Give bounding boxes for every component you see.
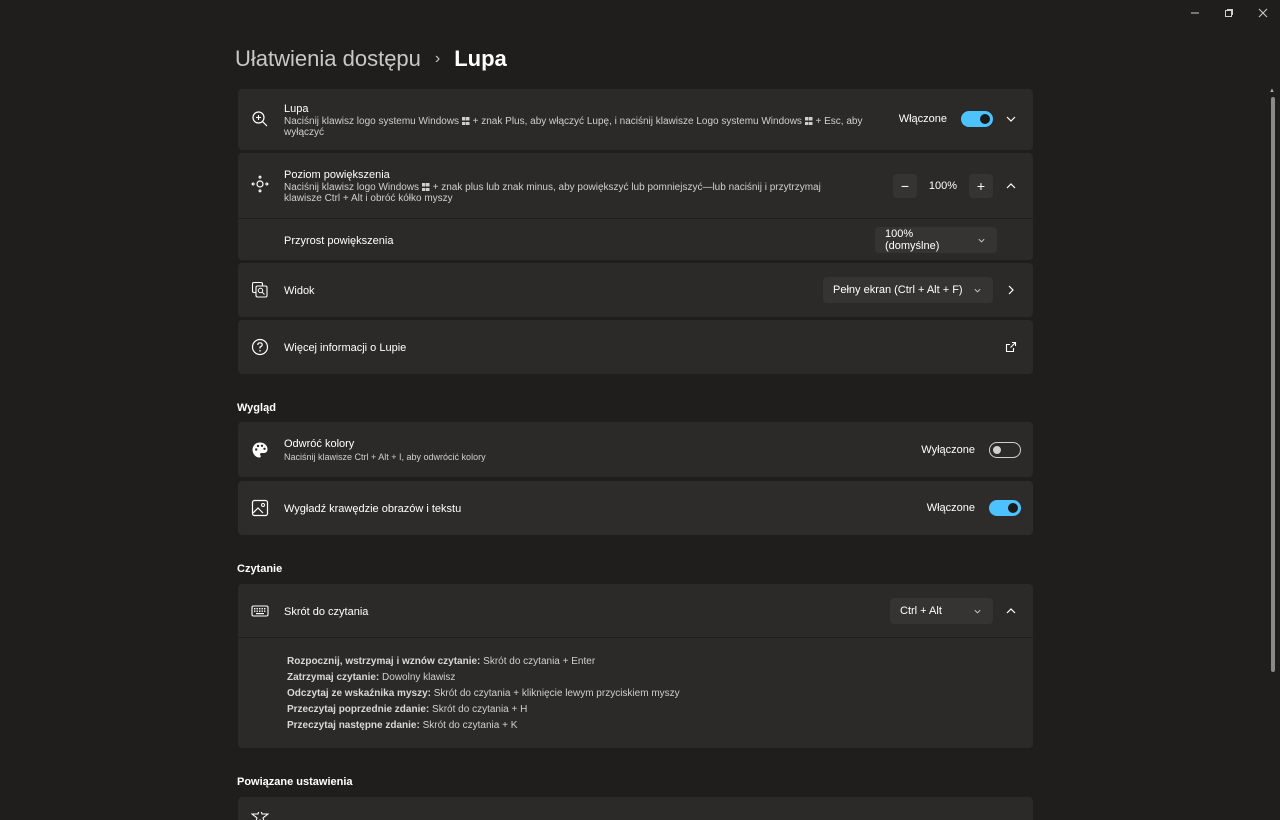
zoom-increment-label: Przyrost powiększenia <box>284 235 394 247</box>
list-item: Przeczytaj poprzednie zdanie: Skrót do c… <box>287 704 528 715</box>
invert-colors-toggle[interactable] <box>989 442 1021 458</box>
external-link-icon[interactable] <box>1001 337 1021 357</box>
breadcrumb-parent[interactable]: Ułatwienia dostępu <box>235 46 421 72</box>
breadcrumb: Ułatwienia dostępu › Lupa <box>235 46 507 72</box>
scrollbar-thumb[interactable] <box>1271 97 1275 672</box>
magnifier-card[interactable]: Lupa Naciśnij klawisz logo systemu Windo… <box>238 89 1033 150</box>
zoom-in-button[interactable]: + <box>969 174 993 198</box>
restore-icon[interactable] <box>1212 0 1246 26</box>
reading-section-title: Czytanie <box>237 563 283 575</box>
magnifier-state-label: Włączone <box>898 113 947 125</box>
chevron-down-icon <box>973 285 983 295</box>
zoom-increment-value: 100% (domyślne) <box>885 228 940 252</box>
zoom-value: 100% <box>928 180 958 192</box>
view-layers-icon <box>250 280 270 300</box>
chevron-down-icon <box>977 235 987 245</box>
reading-shortcut-value: Ctrl + Alt <box>900 605 942 617</box>
help-icon <box>250 337 270 357</box>
chevron-down-icon[interactable] <box>1001 109 1021 129</box>
smooth-edges-state-label: Włączone <box>926 502 975 514</box>
invert-colors-state-label: Wyłączone <box>921 444 975 456</box>
smooth-edges-title: Wygładź krawędzie obrazów i tekstu <box>284 503 462 515</box>
magnifier-description: Naciśnij klawisz logo systemu Windows + … <box>284 116 863 138</box>
close-icon[interactable] <box>1246 0 1280 26</box>
scroll-up-arrow[interactable]: ▲ <box>1269 88 1276 94</box>
list-item: Rozpocznij, wstrzymaj i wznów czytanie: … <box>287 656 596 667</box>
reading-shortcut-card: Skrót do czytania Ctrl + Alt Rozpocznij,… <box>238 584 1033 748</box>
chevron-down-icon <box>973 606 983 616</box>
zoom-level-description: Naciśnij klawisz logo Windows + znak plu… <box>284 182 821 204</box>
view-dropdown[interactable]: Pełny ekran (Ctrl + Alt + F) <box>823 277 993 303</box>
zoom-increment-dropdown[interactable]: 100% (domyślne) <box>875 227 997 253</box>
view-value: Pełny ekran (Ctrl + Alt + F) <box>833 284 963 296</box>
windows-logo-icon <box>804 117 813 125</box>
move-arrows-icon <box>250 174 270 194</box>
windows-logo-icon <box>461 117 470 125</box>
palette-icon <box>250 440 270 460</box>
window-controls <box>1178 0 1280 26</box>
keyboard-icon <box>250 601 270 621</box>
chevron-up-icon[interactable] <box>1001 601 1021 621</box>
reading-shortcut-title: Skrót do czytania <box>284 606 369 618</box>
reading-shortcut-list: Rozpocznij, wstrzymaj i wznów czytanie: … <box>287 654 680 734</box>
view-title: Widok <box>284 285 315 297</box>
more-info-card[interactable]: Więcej informacji o Lupie <box>238 320 1033 374</box>
minimize-icon[interactable] <box>1178 0 1212 26</box>
invert-colors-description: Naciśnij klawisze Ctrl + Alt + I, aby od… <box>284 452 486 462</box>
zoom-level-card: Poziom powiększenia Naciśnij klawisz log… <box>238 153 1033 260</box>
magnifier-title: Lupa <box>284 103 309 115</box>
chevron-up-icon[interactable] <box>1001 176 1021 196</box>
page-title: Lupa <box>454 46 507 71</box>
zoom-in-icon <box>250 109 270 129</box>
reading-shortcut-dropdown[interactable]: Ctrl + Alt <box>890 598 993 624</box>
magnifier-toggle[interactable] <box>961 111 993 127</box>
related-settings-card[interactable] <box>238 797 1033 820</box>
invert-colors-card: Odwróć kolory Naciśnij klawisze Ctrl + A… <box>238 422 1033 477</box>
chevron-right-icon: › <box>434 50 441 67</box>
list-item: Zatrzymaj czytanie: Dowolny klawisz <box>287 672 456 683</box>
invert-colors-title: Odwróć kolory <box>284 438 355 450</box>
smooth-edges-card: Wygładź krawędzie obrazów i tekstu Włącz… <box>238 481 1033 535</box>
related-setting-icon <box>250 812 270 820</box>
more-info-title: Więcej informacji o Lupie <box>284 342 407 354</box>
list-item: Przeczytaj następne zdanie: Skrót do czy… <box>287 720 518 731</box>
zoom-level-title: Poziom powiększenia <box>284 169 390 181</box>
image-icon <box>250 498 270 518</box>
view-card[interactable]: Widok Pełny ekran (Ctrl + Alt + F) <box>238 263 1033 317</box>
related-settings-section-title: Powiązane ustawienia <box>237 776 353 788</box>
appearance-section-title: Wygląd <box>237 402 276 414</box>
smooth-edges-toggle[interactable] <box>989 500 1021 516</box>
windows-logo-icon <box>421 183 430 191</box>
zoom-out-button[interactable]: − <box>893 174 917 198</box>
list-item: Odczytaj ze wskaźnika myszy: Skrót do cz… <box>287 688 680 699</box>
chevron-right-icon[interactable] <box>1001 280 1021 300</box>
